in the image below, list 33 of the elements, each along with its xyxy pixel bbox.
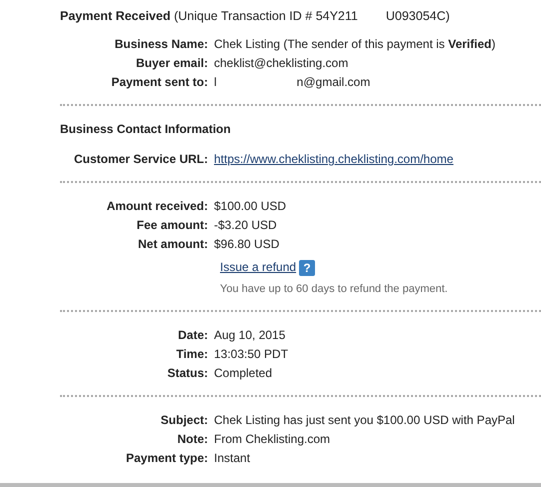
field-value: $100.00 USD [214,198,286,215]
field-label: Time: [176,346,208,360]
help-button[interactable]: ? [299,260,316,276]
field-label: Fee amount: [136,218,208,232]
field-value: Chek Listing has just sent you $100.00 USD with PayPal [214,412,515,428]
payment-title: Payment Received (Unique Transaction ID # 54Y211 [60,8,358,25]
field-value: 13:03:50 PDT [214,346,288,362]
field-value: cheklist@cheklisting.com [214,55,348,72]
field-label: Business Name: [114,37,208,51]
field-value: Instant [214,450,250,466]
field-label: Amount received: [106,199,208,213]
field-value: $96.80 USD [214,236,280,253]
field-label: Date: [178,328,208,342]
field-label: Customer Service URL: [74,152,208,166]
field-label: Note: [177,432,208,446]
field-label: Subject: [160,412,208,426]
field-value: From Cheklisting.com [214,430,330,448]
refund-note: You have up to 60 days to refund the payment. [220,282,449,297]
field-value: l [214,74,217,91]
field-value: Aug 10, 2015 [214,326,286,344]
field-label: Payment type: [126,450,208,464]
field-label: Net amount: [138,237,208,251]
field-value: Chek Listing (The sender of this payment is Verified) [214,36,496,53]
field-label: Payment sent to: [111,75,208,89]
section-heading: Business Contact Information [60,121,232,138]
payment-title-tail: U093054C) [386,8,450,25]
field-value: -$3.20 USD [214,217,277,234]
field-label: Status: [167,366,208,380]
field-value: n@gmail.com [296,74,370,91]
field-value: Completed [214,364,272,382]
refund-link[interactable]: Issue a refund [220,258,296,277]
url-link[interactable]: https://www.cheklisting.cheklisting.com/home [214,150,454,169]
field-label: Buyer email: [136,56,208,70]
